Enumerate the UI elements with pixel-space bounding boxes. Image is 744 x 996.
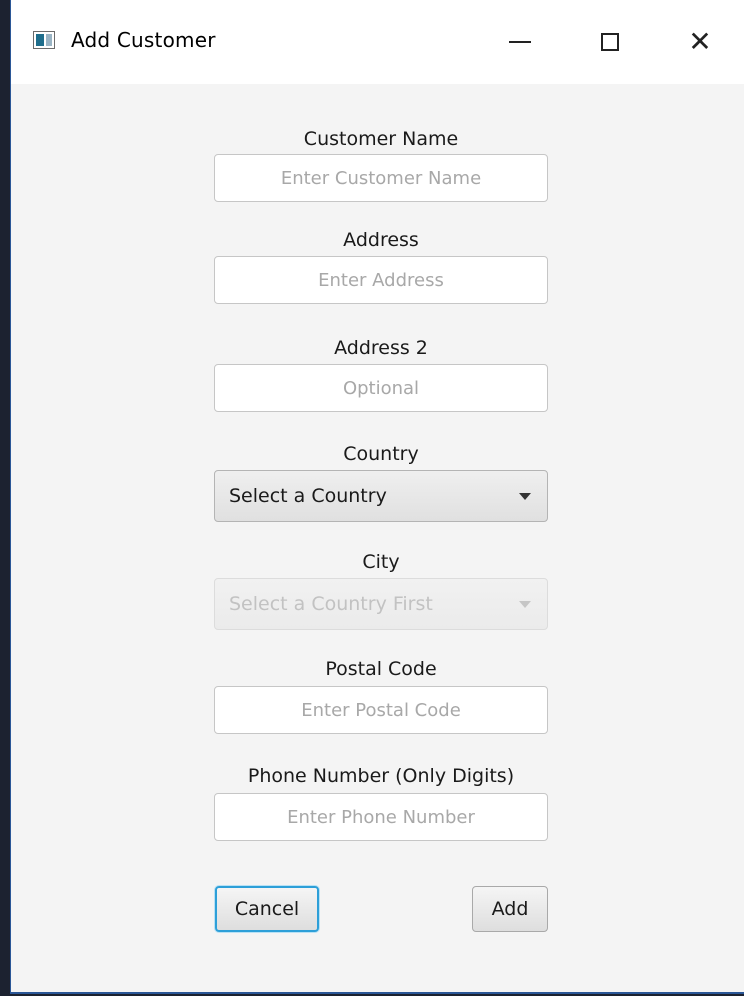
- app-window-icon: [33, 31, 55, 49]
- title-bar[interactable]: Add Customer ✕: [11, 0, 744, 84]
- customer-name-label: Customer Name: [303, 128, 459, 150]
- maximize-button[interactable]: [565, 0, 655, 84]
- address-input[interactable]: [214, 256, 548, 304]
- window-title: Add Customer: [71, 28, 216, 52]
- add-button[interactable]: Add: [472, 886, 548, 932]
- close-button[interactable]: ✕: [655, 0, 744, 84]
- cancel-button[interactable]: Cancel: [215, 886, 319, 932]
- postal-code-input[interactable]: [214, 686, 548, 734]
- address2-input[interactable]: [214, 364, 548, 412]
- add-customer-window: Add Customer ✕ Customer Name Address Add…: [10, 0, 744, 994]
- country-combobox[interactable]: Select a Country: [214, 470, 548, 522]
- address-label: Address: [343, 229, 419, 251]
- maximize-icon: [601, 33, 619, 51]
- chevron-down-icon: [519, 493, 531, 500]
- customer-name-input[interactable]: [214, 154, 548, 202]
- city-label: City: [362, 551, 400, 573]
- address2-label: Address 2: [334, 337, 428, 359]
- city-combobox: Select a Country First: [214, 578, 548, 630]
- phone-label: Phone Number (Only Digits): [247, 765, 515, 787]
- close-icon: ✕: [688, 25, 712, 58]
- city-selected-value: Select a Country First: [229, 593, 433, 615]
- postal-code-label: Postal Code: [325, 658, 437, 680]
- country-selected-value: Select a Country: [229, 485, 387, 507]
- phone-input[interactable]: [214, 793, 548, 841]
- chevron-down-icon: [519, 601, 531, 608]
- minimize-button[interactable]: [475, 0, 565, 84]
- minimize-icon: [509, 41, 531, 43]
- country-label: Country: [343, 443, 419, 465]
